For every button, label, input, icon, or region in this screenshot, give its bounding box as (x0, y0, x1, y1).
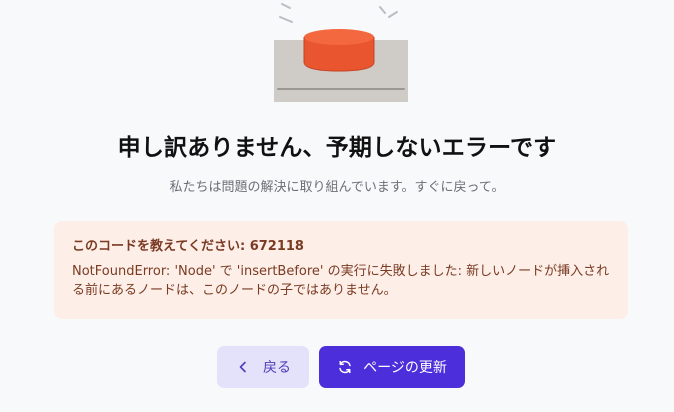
reload-page-button[interactable]: ページの更新 (319, 346, 465, 388)
back-button[interactable]: 戻る (217, 346, 309, 388)
chevron-left-icon (235, 359, 251, 375)
motion-line-right-1 (379, 6, 386, 14)
reload-button-label: ページの更新 (363, 360, 447, 376)
back-button-label: 戻る (263, 360, 291, 376)
error-code-line: このコードを教えてください: 672118 (72, 238, 610, 256)
error-message: NotFoundError: 'Node' で 'insertBefore' の… (72, 264, 610, 298)
motion-line-left-1 (281, 3, 291, 9)
refresh-icon (337, 359, 353, 375)
red-button-top (304, 29, 374, 45)
error-details-box: このコードを教えてください: 672118 NotFoundError: 'No… (54, 221, 628, 319)
error-code-value: 672118 (249, 239, 304, 254)
page-subtitle: 私たちは問題の解決に取り組んでいます。すぐに戻って。 (169, 180, 505, 195)
motion-line-left-2 (279, 16, 293, 23)
page-title: 申し訳ありません、予期しないエラーです (117, 135, 557, 161)
motion-line-right-2 (388, 11, 398, 18)
error-page: 申し訳ありません、予期しないエラーです 私たちは問題の解決に取り組んでいます。す… (0, 0, 674, 412)
broken-button-illustration (274, 3, 408, 102)
error-code-label: このコードを教えてください: (72, 239, 250, 254)
